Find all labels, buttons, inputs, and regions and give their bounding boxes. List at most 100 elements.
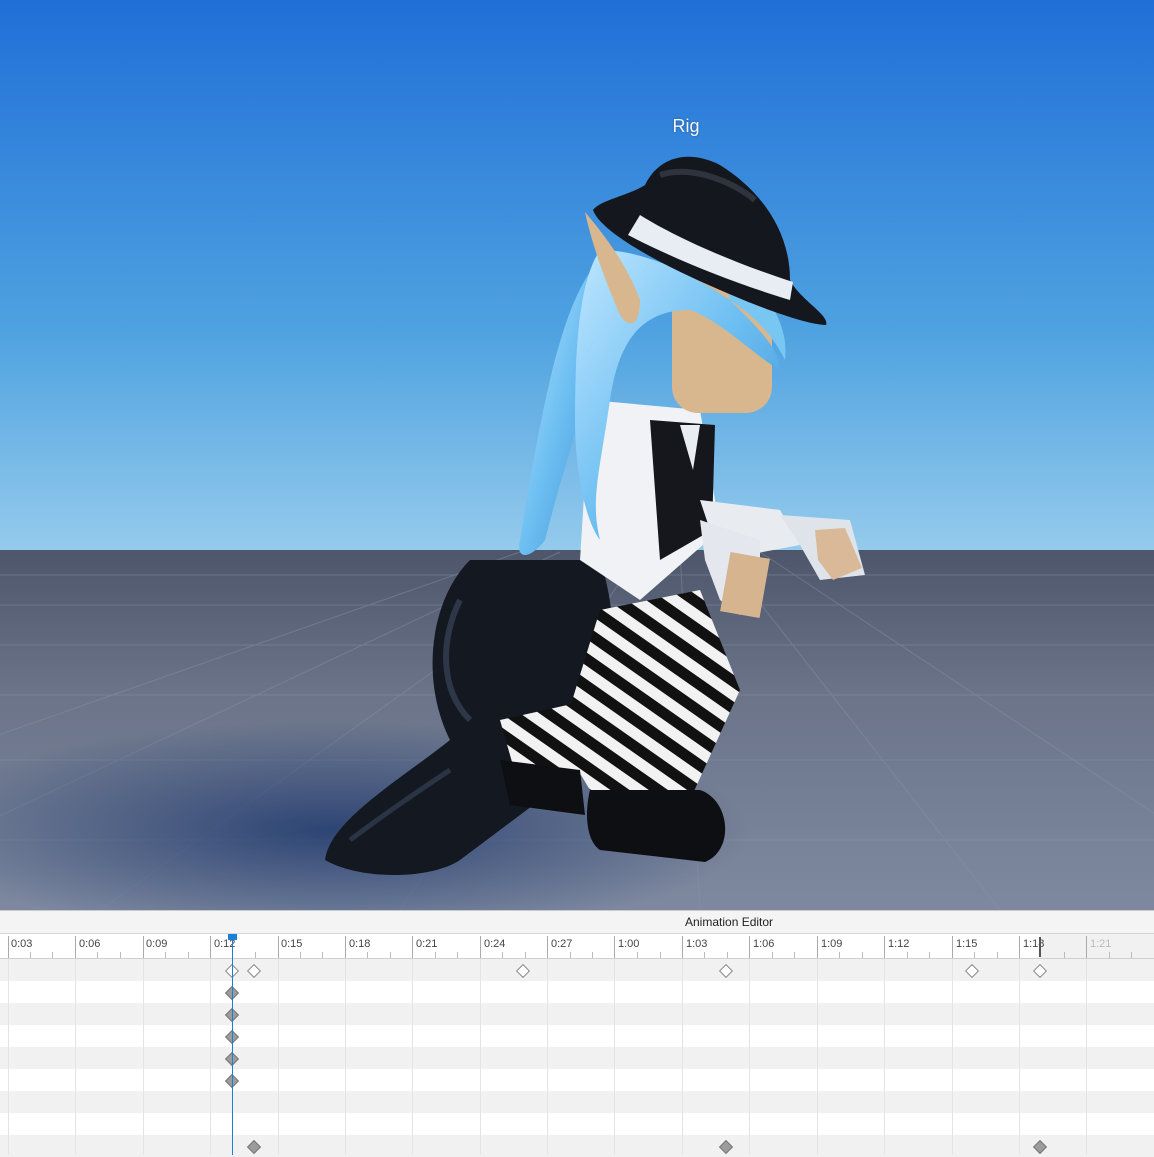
3d-viewport[interactable]: Rig [0,0,1154,910]
ruler-minor-tick [502,952,503,958]
track-row[interactable] [0,1047,1154,1069]
timeline-gridline [8,959,9,1155]
ruler-minor-tick [1064,952,1065,958]
ruler-major-tick [1086,936,1087,958]
timeline-gridline [884,959,885,1155]
track-row[interactable] [0,1069,1154,1091]
ruler-minor-tick [30,952,31,958]
ruler-label: 0:24 [484,938,506,950]
ruler-minor-tick [772,952,773,958]
ruler-label: 0:27 [551,938,573,950]
timeline-gridline [75,959,76,1155]
ruler-minor-tick [794,952,795,958]
ruler-label: 0:03 [11,938,33,950]
timeline-gridline [817,959,818,1155]
ruler-label: 1:03 [686,938,708,950]
timeline-gridline [412,959,413,1155]
track-row[interactable] [0,1003,1154,1025]
scene [0,0,1154,910]
ruler-major-tick [143,936,144,958]
timeline-gridline [614,959,615,1155]
animation-editor-titlebar[interactable]: Animation Editor [0,911,1154,934]
ruler-minor-tick [660,952,661,958]
timeline-gridline [480,959,481,1155]
ruler-minor-tick [457,952,458,958]
ruler-minor-tick [592,952,593,958]
ruler-minor-tick [907,952,908,958]
timeline-gridline [952,959,953,1155]
ruler-minor-tick [839,952,840,958]
ruler-minor-tick [300,952,301,958]
ruler-major-tick [682,936,683,958]
ruler-minor-tick [165,952,166,958]
ruler-label: 1:21 [1090,938,1112,950]
animation-end-marker[interactable] [1039,937,1041,957]
ruler-major-tick [614,936,615,958]
ruler-minor-tick [367,952,368,958]
ruler-major-tick [8,936,9,958]
ruler-label: 0:06 [79,938,101,950]
rig-name-label: Rig [672,116,700,136]
playhead-scrubber[interactable] [232,934,233,1155]
playhead-handle[interactable] [228,934,237,940]
ruler-major-tick [749,936,750,958]
track-row[interactable] [0,1113,1154,1135]
track-row[interactable] [0,1025,1154,1047]
track-row[interactable] [0,959,1154,981]
timeline-gridline [749,959,750,1155]
ruler-major-tick [75,936,76,958]
ruler-major-tick [345,936,346,958]
ruler-minor-tick [120,952,121,958]
timeline-gridline [143,959,144,1155]
ruler-label: 0:18 [349,938,371,950]
track-row[interactable] [0,981,1154,1003]
timeline-gridline [1086,959,1087,1155]
ruler-minor-tick [929,952,930,958]
ruler-minor-tick [974,952,975,958]
timeline-gridline [682,959,683,1155]
ruler-minor-tick [188,952,189,958]
ruler-minor-tick [570,952,571,958]
animation-editor: Animation Editor 0:03 0:06 0:09 0:12 0:1… [0,910,1154,1157]
ruler-label: 0:09 [146,938,168,950]
ruler-label: 0:15 [281,938,303,950]
ruler-minor-tick [704,952,705,958]
ruler-label: 1:09 [821,938,843,950]
ruler-label: 1:00 [618,938,640,950]
ruler-minor-tick [97,952,98,958]
ruler-major-tick [1019,936,1020,958]
ruler-label: 1:12 [888,938,910,950]
animation-editor-title: Animation Editor [685,915,774,929]
ruler-label: 0:21 [416,938,438,950]
ruler-minor-tick [52,952,53,958]
ruler-major-tick [412,936,413,958]
ruler-minor-tick [1131,952,1132,958]
timeline-gridline [547,959,548,1155]
ruler-major-tick [952,936,953,958]
ruler-label: 1:18 [1023,938,1045,950]
track-row[interactable] [0,1091,1154,1113]
ruler-minor-tick [637,952,638,958]
timeline-gridline [278,959,279,1155]
ruler-label: 1:06 [753,938,775,950]
ruler-major-tick [278,936,279,958]
timeline-ruler[interactable]: 0:03 0:06 0:09 0:12 0:15 0:18 0:21 0:24 … [0,934,1154,959]
ruler-major-tick [547,936,548,958]
ruler-minor-tick [525,952,526,958]
ruler-major-tick [480,936,481,958]
ruler-major-tick [884,936,885,958]
ruler-minor-tick [1109,952,1110,958]
keyframe-tracks[interactable] [0,959,1154,1157]
timeline-gridline [210,959,211,1155]
ruler-minor-tick [997,952,998,958]
ruler-label: 1:15 [956,938,978,950]
ruler-major-tick [817,936,818,958]
ruler-minor-tick [255,952,256,958]
ruler-minor-tick [862,952,863,958]
ruler-major-tick [210,936,211,958]
ruler-minor-tick [322,952,323,958]
ruler-minor-tick [435,952,436,958]
ruler-minor-tick [390,952,391,958]
timeline-gridline [1019,959,1020,1155]
timeline-gridline [345,959,346,1155]
